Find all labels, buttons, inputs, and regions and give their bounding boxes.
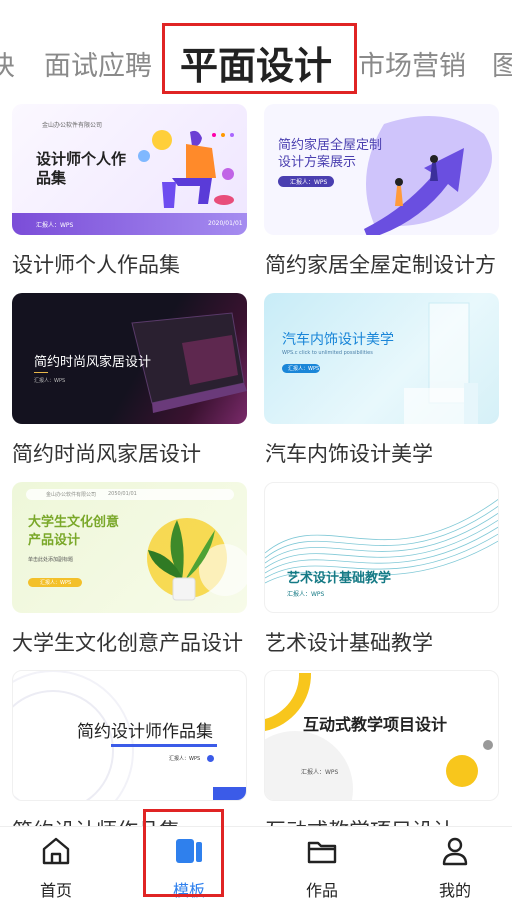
thumb-date: 2020/01/01: [208, 220, 243, 227]
nav-works[interactable]: 作品: [282, 827, 362, 900]
thumb-reporter: 汇报人：WPS: [40, 580, 72, 586]
nav-home-label: 首页: [39, 881, 72, 900]
template-caption[interactable]: 大学生文化创意产品设计: [12, 627, 247, 657]
thumb-reporter: 汇报人：WPS: [287, 591, 325, 598]
illustration-shapes: [265, 673, 493, 800]
thumb-reporter: 汇报人：WPS: [36, 222, 74, 229]
thumb-title: 大学生文化创意产品设计: [28, 515, 120, 548]
nav-mine[interactable]: 我的: [415, 827, 495, 900]
thumb-reporter-pill: 汇报人：WPS: [278, 176, 334, 187]
thumb-company: 金山办公软件有限公司: [46, 492, 97, 498]
thumb-reporter-pill: 汇报人：WPS: [28, 578, 82, 587]
nav-home[interactable]: 首页: [16, 827, 96, 900]
template-caption[interactable]: 设计师个人作品集: [12, 249, 247, 279]
folder-icon: [307, 841, 337, 864]
thumb-title: 汽车内饰设计美学: [282, 332, 394, 348]
template-caption[interactable]: 艺术设计基础教学: [265, 627, 500, 657]
tab-interview[interactable]: 面试应聘: [44, 44, 152, 83]
dot-decoration: [207, 755, 214, 762]
thumb-reporter: 汇报人：WPS: [301, 769, 339, 776]
illustration-person: [138, 130, 234, 208]
bottom-navigation: 首页 模板 作品 我的: [0, 826, 512, 900]
tab-marketing[interactable]: 市场营销: [358, 44, 466, 83]
template-card[interactable]: 简约时尚风家居设计 汇报人：WPS: [12, 293, 247, 424]
divider: [34, 372, 48, 373]
template-card[interactable]: 金山办公软件有限公司 设计师个人作品集 汇报人：WPS 2020/01/01: [12, 104, 247, 235]
thumb-reporter: 汇报人：WPS: [290, 179, 328, 186]
nav-works-label: 作品: [305, 881, 338, 900]
thumb-title: 艺术设计基础教学: [287, 571, 392, 586]
template-card[interactable]: 简约家居全屋定制设计方案展示 汇报人：WPS: [264, 104, 499, 235]
tab-partial-right[interactable]: 图: [492, 44, 512, 83]
template-card[interactable]: 金山办公软件有限公司 2050/01/01 大学生文化创意产品设计 单击此处添加…: [12, 482, 247, 613]
thumb-reporter: 汇报人：WPS: [34, 378, 66, 384]
thumb-title: 简约设计师作品集: [77, 722, 213, 742]
illustration-plant: [147, 518, 247, 601]
title-underline: [111, 744, 217, 747]
template-card[interactable]: 汽车内饰设计美学 WPS.c click to unlimited possib…: [264, 293, 499, 424]
template-caption[interactable]: 简约时尚风家居设计: [12, 438, 247, 468]
thumb-reporter: 汇报人：WPS: [169, 756, 201, 762]
thumb-subtitle: WPS.c click to unlimited possibilities: [282, 350, 373, 356]
thumb-header-bar: 金山办公软件有限公司 2050/01/01: [26, 489, 234, 500]
thumb-title: 简约时尚风家居设计: [34, 355, 152, 370]
thumb-company: 金山办公软件有限公司: [42, 122, 103, 129]
home-icon: [42, 837, 70, 865]
template-caption[interactable]: 简约家居全屋定制设计方: [265, 249, 500, 279]
template-caption[interactable]: 汽车内饰设计美学: [265, 438, 500, 468]
thumb-reporter: 汇报人：WPS: [288, 366, 320, 372]
highlight-box: [162, 23, 357, 94]
thumb-date: 2050/01/01: [108, 491, 137, 497]
profile-icon: [442, 837, 468, 866]
thumb-title: 互动式教学项目设计: [303, 715, 448, 734]
illustration-glass-door: [404, 302, 478, 424]
highlight-box: [143, 809, 224, 897]
thumb-title: 设计师个人作品集: [36, 150, 127, 187]
template-card[interactable]: 艺术设计基础教学 汇报人：WPS: [264, 482, 499, 613]
nav-mine-label: 我的: [438, 881, 471, 900]
template-card[interactable]: 简约设计师作品集 汇报人：WPS: [12, 670, 247, 801]
thumb-reporter-pill: 汇报人：WPS: [282, 364, 320, 373]
thumb-title: 简约家居全屋定制设计方案展示: [278, 138, 383, 170]
template-card[interactable]: 互动式教学项目设计 汇报人：WPS: [264, 670, 499, 801]
tab-partial-left[interactable]: 块: [0, 44, 15, 83]
thumb-subtitle: 单击此处添加副标题: [28, 557, 74, 563]
